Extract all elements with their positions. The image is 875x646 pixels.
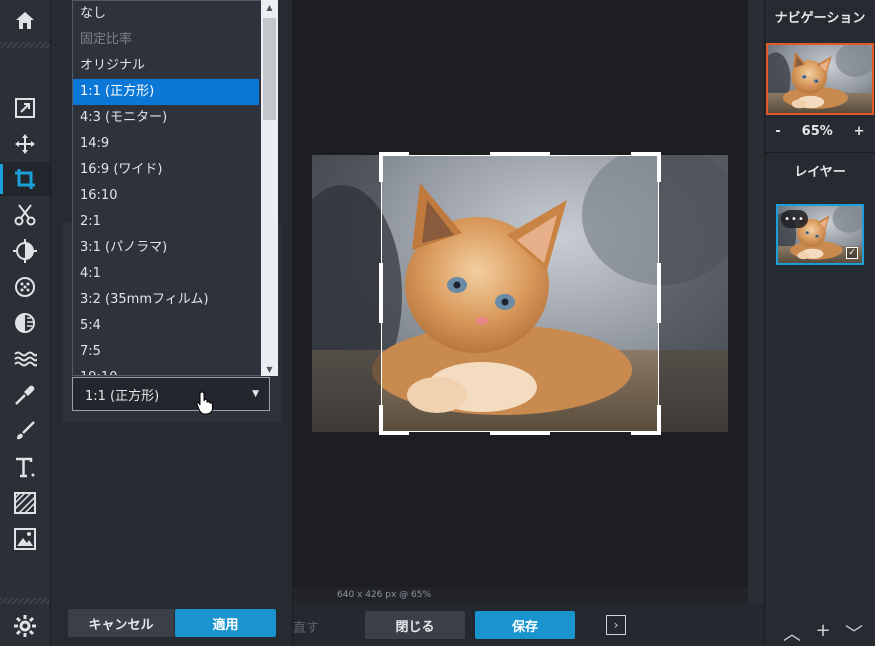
picker-icon[interactable] <box>0 378 50 412</box>
ratio-option[interactable]: 16:9 (ワイド) <box>73 157 259 183</box>
ratio-option[interactable]: オリジナル <box>73 53 259 79</box>
close-button[interactable]: 閉じる <box>365 611 465 639</box>
crop-handle-ne[interactable] <box>657 152 661 182</box>
aspect-ratio-select-value: 1:1 (正方形) <box>85 388 160 404</box>
crop-handle-nw[interactable] <box>379 152 409 156</box>
crop-handle-nw[interactable] <box>379 152 383 182</box>
crop-handle-sw[interactable] <box>379 405 383 435</box>
ratio-option[interactable]: 3:1 (パノラマ) <box>73 235 259 261</box>
crop-preview-image <box>382 156 658 431</box>
aspect-ratio-select[interactable]: 1:1 (正方形) ▼ <box>72 377 270 411</box>
dropdown-scroll-thumb[interactable] <box>263 18 276 120</box>
apply-button[interactable]: 適用 <box>175 609 276 637</box>
layer-controls: ︿ + ﹀ <box>783 620 863 646</box>
ratio-option[interactable]: 2:1 <box>73 209 259 235</box>
undo-label[interactable]: 直す <box>293 617 319 636</box>
tone-icon[interactable] <box>0 306 50 340</box>
panel-divider <box>765 152 875 153</box>
cancel-button[interactable]: キャンセル <box>68 609 174 637</box>
scroll-up-icon[interactable]: ▲ <box>261 0 278 14</box>
ratio-option[interactable]: 19:10 <box>73 365 259 375</box>
crop-handle-sw[interactable] <box>379 431 409 435</box>
save-button[interactable]: 保存 <box>475 611 575 639</box>
crop-handle-n[interactable] <box>490 152 550 156</box>
chevron-up-icon[interactable]: ︿ <box>783 620 801 646</box>
crop-selection[interactable] <box>381 155 659 432</box>
image-icon[interactable] <box>0 522 50 556</box>
toolbar-divider <box>0 42 50 48</box>
zoom-in-button[interactable]: + <box>854 124 865 139</box>
image-status: 640 x 426 px @ 65% <box>293 587 748 603</box>
layer-more-button[interactable]: ••• <box>781 210 808 228</box>
layers-title: レイヤー <box>794 165 846 180</box>
image-dimensions-text: 640 x 426 px @ 65% <box>337 590 432 600</box>
aspect-ratio-dropdown: なし 固定比率 オリジナル 1:1 (正方形) 4:3 (モニター) 14:9 … <box>72 0 278 376</box>
chevron-down-icon: ▼ <box>252 389 259 399</box>
crop-handle-se[interactable] <box>657 405 661 435</box>
zoom-out-button[interactable]: - <box>775 124 780 139</box>
navigator-image <box>768 45 872 113</box>
settings-icon[interactable] <box>0 609 50 643</box>
canvas-scrollbar[interactable] <box>748 0 764 603</box>
zoom-level: 65% <box>801 124 833 139</box>
navigator-title: ナビゲーション <box>774 11 866 26</box>
crop-handle-s[interactable] <box>490 431 550 435</box>
cut-icon[interactable] <box>0 198 50 232</box>
ratio-option[interactable]: 3:2 (35mmフィルム) <box>73 287 259 313</box>
ratio-option[interactable]: 4:3 (モニター) <box>73 105 259 131</box>
ratio-option[interactable]: 7:5 <box>73 339 259 365</box>
scroll-down-icon[interactable]: ▼ <box>261 362 278 376</box>
crop-handle-e[interactable] <box>657 263 661 323</box>
chevron-down-icon[interactable]: ﹀ <box>845 620 863 646</box>
navigator-thumbnail[interactable] <box>766 43 874 115</box>
toolbar-divider <box>0 598 50 604</box>
toggle-panel-icon[interactable]: › <box>606 615 626 635</box>
hand-cursor-icon <box>196 391 213 415</box>
ratio-option[interactable]: 14:9 <box>73 131 259 157</box>
layer-visibility-checkbox[interactable]: ✓ <box>846 247 858 259</box>
ratio-option[interactable]: 4:1 <box>73 261 259 287</box>
move-icon[interactable] <box>0 127 50 161</box>
ratio-option[interactable]: なし <box>73 1 259 27</box>
tool-sidebar <box>0 0 51 646</box>
filter-icon[interactable] <box>0 270 50 304</box>
ratio-option[interactable]: 16:10 <box>73 183 259 209</box>
adjust-icon[interactable] <box>0 91 50 125</box>
zoom-controls: - 65% + <box>765 124 875 139</box>
ratio-option-selected[interactable]: 1:1 (正方形) <box>73 79 259 105</box>
add-layer-icon[interactable]: + <box>815 620 830 646</box>
ratio-group-header: 固定比率 <box>80 32 133 47</box>
brush-icon[interactable] <box>0 414 50 448</box>
crop-icon[interactable] <box>0 162 50 196</box>
home-icon[interactable] <box>0 4 50 38</box>
wave-icon[interactable] <box>0 342 50 376</box>
crop-handle-w[interactable] <box>379 263 383 323</box>
exposure-icon[interactable] <box>0 234 50 268</box>
ratio-option[interactable]: 5:4 <box>73 313 259 339</box>
texture-icon[interactable] <box>0 486 50 520</box>
text-icon[interactable] <box>0 450 50 484</box>
